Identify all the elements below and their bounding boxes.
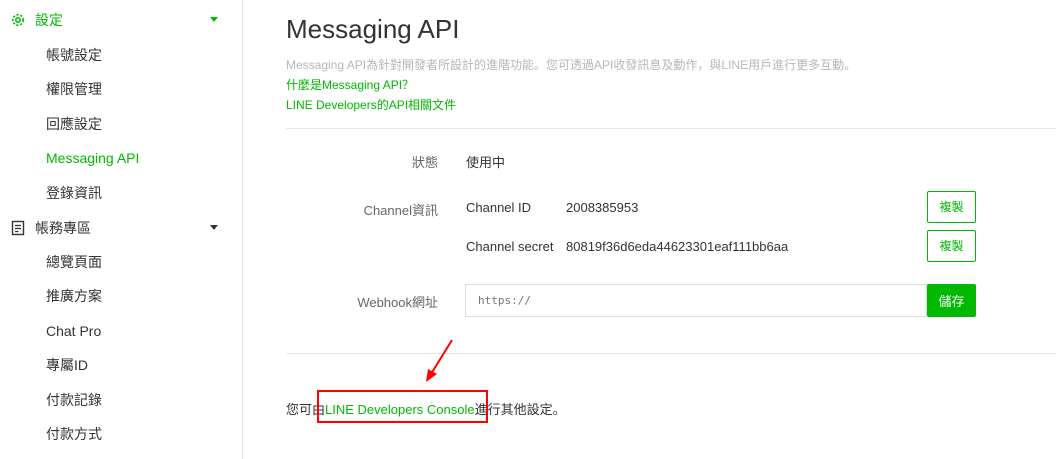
sidebar-item-response-settings[interactable]: 回應設定 (46, 107, 102, 141)
chevron-down-icon (210, 17, 218, 22)
sidebar-item-chat-pro[interactable]: Chat Pro (46, 314, 101, 348)
sidebar-section-label: 設定 (35, 12, 63, 28)
copy-channel-secret-button[interactable]: 複製 (927, 230, 976, 262)
channel-secret-label: Channel secret (466, 239, 554, 254)
channel-secret-value: 80819f36d6eda44623301eaf111bb6aa (566, 239, 789, 254)
sidebar-item-account-settings[interactable]: 帳號設定 (46, 38, 102, 72)
channel-info-label: Channel資訊 (363, 203, 438, 218)
sidebar-item-premium-id[interactable]: 專屬ID (46, 348, 88, 382)
page-description: Messaging API為針對開發者所設計的進階功能。您可透過API收發訊息及… (286, 58, 857, 72)
sidebar-section-settings[interactable]: 設定 (0, 3, 243, 37)
sidebar-section-label: 帳務專區 (35, 220, 91, 236)
sidebar: 設定 帳號設定 權限管理 回應設定 Messaging API 登錄資訊 帳務專… (0, 0, 243, 459)
sidebar-item-promotion-plans[interactable]: 推廣方案 (46, 279, 102, 313)
sidebar-item-messaging-api[interactable]: Messaging API (46, 141, 139, 175)
page-title: Messaging API (286, 14, 460, 44)
gear-icon (12, 14, 24, 26)
annotation-highlight-box (317, 390, 488, 423)
footer-suffix: 進行其他設定。 (474, 402, 566, 417)
status-label: 狀態 (411, 155, 438, 170)
channel-id-value: 2008385953 (566, 200, 639, 215)
annotation-arrow-icon (426, 339, 453, 382)
sidebar-item-payment-methods[interactable]: 付款方式 (46, 417, 102, 451)
sidebar-item-registration-info[interactable]: 登錄資訊 (46, 176, 102, 210)
status-value: 使用中 (466, 155, 506, 170)
what-is-messaging-api-link[interactable]: 什麼是Messaging API？ (286, 76, 414, 93)
sidebar-section-billing[interactable]: 帳務專區 (0, 211, 243, 245)
sidebar-item-payment-history[interactable]: 付款記錄 (46, 383, 102, 417)
sidebar-item-permissions[interactable]: 權限管理 (46, 72, 102, 106)
sidebar-item-overview[interactable]: 總覽頁面 (46, 245, 102, 279)
webhook-url-label: Webhook網址 (357, 295, 438, 310)
document-icon (11, 220, 25, 236)
chevron-down-icon (210, 225, 218, 230)
webhook-url-input[interactable] (465, 284, 927, 317)
divider (286, 128, 1056, 129)
copy-channel-id-button[interactable]: 複製 (927, 191, 976, 223)
channel-id-label: Channel ID (466, 200, 532, 215)
api-docs-link[interactable]: LINE Developers的API相關文件 (286, 96, 456, 113)
save-button[interactable]: 儲存 (927, 284, 976, 317)
divider (286, 353, 1056, 354)
